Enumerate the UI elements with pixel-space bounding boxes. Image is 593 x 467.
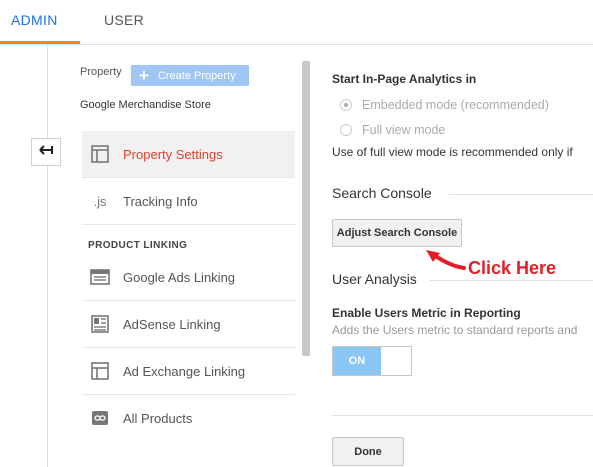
nav-all-products[interactable]: All Products (82, 395, 295, 441)
toggle-knob (381, 347, 411, 375)
adsense-icon (90, 314, 110, 334)
option-label: Embedded mode (recommended) (362, 98, 549, 112)
create-property-button[interactable]: + Create Property (131, 65, 249, 86)
search-console-heading: Search Console (332, 185, 432, 201)
nav-property-settings[interactable]: Property Settings (82, 131, 295, 177)
js-icon: .js (93, 193, 107, 209)
button-label: Adjust Search Console (336, 227, 458, 239)
create-property-label: Create Property (157, 69, 236, 82)
done-button[interactable]: Done (332, 437, 404, 466)
nav-ad-exchange-linking[interactable]: Ad Exchange Linking (82, 348, 295, 394)
radio-button[interactable] (340, 99, 352, 111)
nav-label: Tracking Info (123, 193, 198, 209)
tab-user[interactable]: USER (104, 12, 144, 28)
rail-divider (47, 44, 48, 467)
users-metric-description: Adds the Users metric to standard report… (332, 323, 578, 337)
section-rule (430, 280, 593, 281)
settings-window-icon (90, 144, 110, 164)
full-view-mode-option[interactable]: Full view mode (340, 123, 445, 137)
nav-adsense-linking[interactable]: AdSense Linking (82, 301, 295, 347)
plus-icon: + (139, 66, 149, 85)
option-label: Full view mode (362, 123, 446, 137)
section-heading: PRODUCT LINKING (88, 240, 188, 251)
toggle-on-label: ON (333, 347, 381, 375)
nav-label: Property Settings (123, 146, 223, 162)
nav-label: AdSense Linking (123, 316, 221, 332)
ad-exchange-icon (90, 361, 110, 381)
footer-rule (332, 415, 593, 416)
property-label: Property (80, 66, 122, 78)
link-icon (90, 408, 110, 428)
nav-google-ads-linking[interactable]: Google Ads Linking (82, 254, 295, 300)
property-name: Google Merchandise Store (80, 99, 211, 111)
scrollbar[interactable] (302, 61, 310, 356)
button-label: Done (354, 445, 382, 458)
red-arrow-icon (426, 250, 466, 270)
ads-icon (90, 267, 110, 287)
radio-button[interactable] (340, 124, 352, 136)
nav-label: Google Ads Linking (123, 269, 236, 285)
active-tab-indicator (0, 41, 80, 44)
divider (82, 224, 295, 225)
user-analysis-heading: User Analysis (332, 271, 417, 287)
section-rule (449, 194, 593, 195)
back-arrow-icon (38, 143, 54, 161)
top-tabs: ADMIN USER (0, 0, 593, 45)
nav-label: Ad Exchange Linking (123, 363, 246, 379)
users-metric-toggle[interactable]: ON (332, 346, 412, 376)
collapse-button[interactable] (31, 138, 61, 166)
embedded-mode-option[interactable]: Embedded mode (recommended) (340, 98, 549, 112)
click-here-callout: Click Here (468, 258, 557, 278)
inpage-analytics-title: Start In-Page Analytics in (332, 72, 477, 86)
full-view-note: Use of full view mode is recommended onl… (332, 145, 573, 159)
tab-admin[interactable]: ADMIN (11, 12, 58, 28)
users-metric-title: Enable Users Metric in Reporting (332, 306, 521, 320)
adjust-search-console-button[interactable]: Adjust Search Console (332, 219, 462, 247)
nav-label: All Products (123, 410, 193, 426)
nav-tracking-info[interactable]: .js Tracking Info (82, 178, 295, 224)
